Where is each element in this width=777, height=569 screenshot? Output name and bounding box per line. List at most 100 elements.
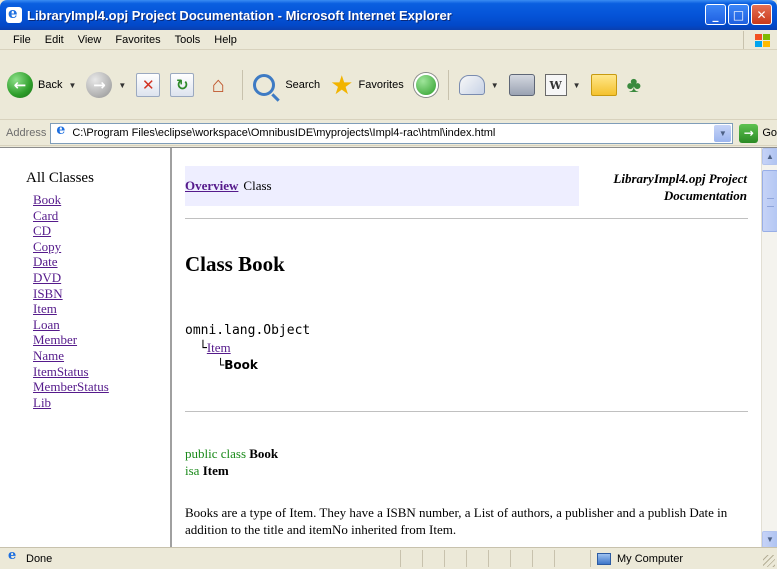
divider [185,411,748,413]
forward-dropdown-icon[interactable]: ▼ [118,81,126,90]
status-panel [444,550,466,567]
class-link-itemstatus[interactable]: ItemStatus [33,364,170,380]
doc-nav-bar: Overview Class [185,166,579,206]
scroll-down-icon[interactable]: ▼ [762,531,777,548]
status-panel [488,550,510,567]
status-panel [532,550,554,567]
go-label: Go [762,127,777,139]
refresh-button[interactable]: ↻ [167,68,197,102]
class-link-dvd[interactable]: DVD [33,270,170,286]
window-title: LibraryImpl4.opj Project Documentation -… [27,7,452,23]
forward-arrow-icon: → [86,72,113,98]
edit-word-button[interactable]: W ▼ [542,68,584,102]
public-class-keyword: public class [185,446,247,461]
back-arrow-icon: ← [7,72,33,98]
page-icon [53,122,70,141]
menu-favorites[interactable]: Favorites [108,34,167,46]
page-status-icon [6,548,20,566]
resize-grip-icon[interactable] [763,555,775,567]
folder-icon [590,74,617,96]
class-link-cd[interactable]: CD [33,223,170,239]
overview-link[interactable]: Overview [185,178,238,194]
menu-file[interactable]: File [6,34,38,46]
menu-help[interactable]: Help [207,34,244,46]
search-button[interactable]: Search [250,68,323,102]
class-list-frame: All Classes Book Card CD Copy Date DVD I… [0,148,172,548]
search-icon [253,74,276,96]
status-panel [554,550,576,567]
home-button[interactable]: ⌂ [201,68,235,102]
hierarchy-self-row: └Book [185,357,310,374]
status-panel [466,550,488,567]
address-url[interactable]: C:\Program Files\eclipse\workspace\Omnib… [72,127,495,139]
class-link-loan[interactable]: Loan [33,317,170,333]
hierarchy-root: omni.lang.Object [185,323,311,338]
class-link-isbn[interactable]: ISBN [33,286,170,302]
messenger-icon: ♣ [626,72,642,97]
maximize-button[interactable]: □ [728,4,749,25]
hierarchy-parent-link[interactable]: Item [207,340,231,355]
stop-button[interactable]: ✕ [133,68,163,102]
menu-tools[interactable]: Tools [168,34,208,46]
content-area: All Classes Book Card CD Copy Date DVD I… [0,147,777,548]
menu-edit[interactable]: Edit [38,34,71,46]
toolbar-separator [242,70,244,100]
print-button[interactable] [506,68,538,102]
class-link-name[interactable]: Name [33,348,170,364]
close-button[interactable]: ✕ [751,4,772,25]
home-icon: ⌂ [211,72,225,97]
back-button[interactable]: ← Back ▼ [4,68,79,102]
messenger-button[interactable]: ♣ [624,68,644,102]
zone-label: My Computer [617,552,684,565]
forward-button[interactable]: → ▼ [83,68,129,102]
mail-icon [458,75,485,95]
status-text: Done [26,552,53,565]
scroll-up-icon[interactable]: ▲ [762,148,777,165]
nav-class-label: Class [243,178,272,193]
project-title-line2: Documentation [663,188,747,203]
declared-class-name: Book [249,446,279,461]
isa-keyword: isa [185,463,200,478]
class-link-book[interactable]: Book [33,192,170,208]
ie-icon [6,7,22,23]
favorites-star-icon: ★ [330,70,354,100]
menu-view[interactable]: View [71,34,109,46]
mail-button[interactable]: ▼ [456,68,502,102]
class-link-card[interactable]: Card [33,208,170,224]
status-panel [422,550,444,567]
refresh-icon: ↻ [170,73,195,97]
minimize-button[interactable]: _ [705,4,726,25]
address-input[interactable]: C:\Program Files\eclipse\workspace\Omnib… [50,122,734,144]
go-arrow-icon: → [739,123,759,143]
divider [185,218,748,220]
class-link-memberstatus[interactable]: MemberStatus [33,379,170,395]
class-link-date[interactable]: Date [33,254,170,270]
project-title-line1: LibraryImpl4.opj Project [613,171,747,186]
address-label: Address [6,127,47,139]
window-controls: _ □ ✕ [705,4,772,25]
scroll-thumb[interactable] [762,170,777,232]
favorites-label: Favorites [358,79,404,91]
class-doc-frame: Overview Class LibraryImpl4.opj Project … [174,148,761,548]
class-title: Class Book [185,252,285,276]
hierarchy-self: Book [224,358,258,372]
mail-dropdown-icon[interactable]: ▼ [491,81,499,90]
super-class-name: Item [202,463,229,478]
back-dropdown-icon[interactable]: ▼ [68,81,76,90]
discuss-button[interactable] [588,68,620,102]
class-link-copy[interactable]: Copy [33,239,170,255]
address-bar: Address C:\Program Files\eclipse\workspa… [0,121,777,146]
go-button[interactable]: → Go [739,123,777,143]
vertical-scrollbar[interactable]: ▲ ▼ [761,148,777,548]
class-link-lib[interactable]: Lib [33,395,170,411]
status-panels [400,550,576,567]
address-dropdown-icon[interactable]: ▼ [714,124,732,142]
class-link-member[interactable]: Member [33,332,170,348]
class-link-item[interactable]: Item [33,301,170,317]
title-bar: LibraryImpl4.opj Project Documentation -… [0,0,777,30]
edit-dropdown-icon[interactable]: ▼ [573,81,581,90]
history-button[interactable] [411,68,441,102]
menu-bar: File Edit View Favorites Tools Help [0,30,777,50]
favorites-button[interactable]: ★ Favorites [327,68,407,102]
back-label: Back [38,79,63,91]
